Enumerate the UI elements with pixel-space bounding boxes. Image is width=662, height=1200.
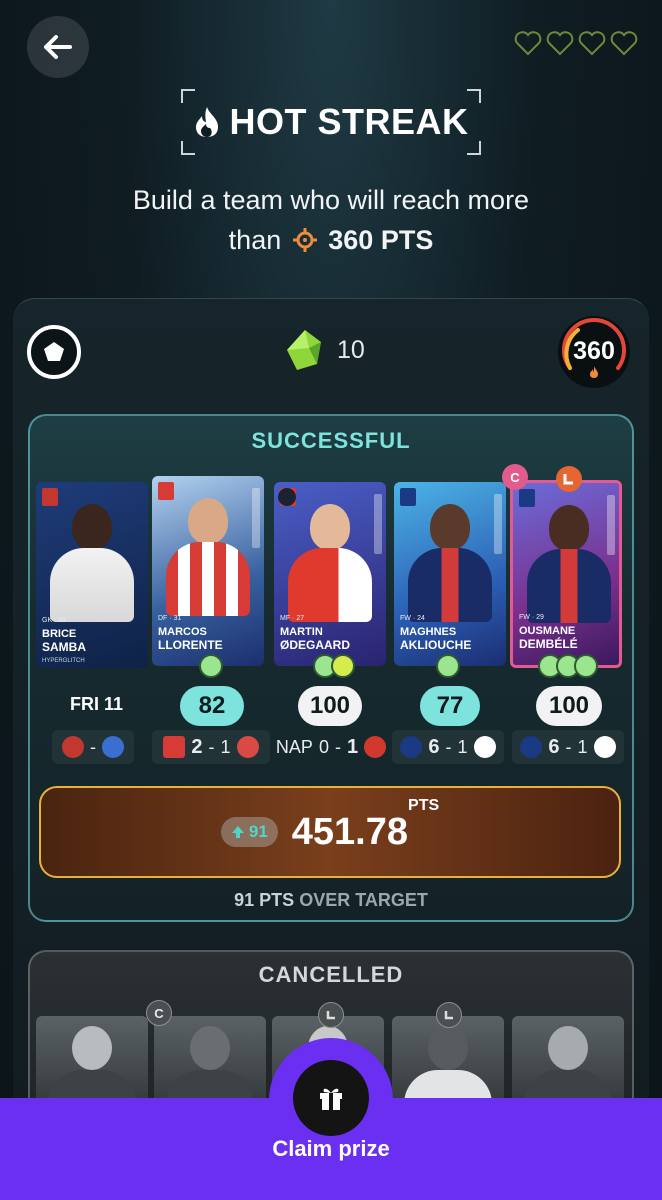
- player-score: 100: [536, 686, 602, 726]
- boost-pill: 91: [220, 817, 278, 847]
- club-logo-icon: [593, 736, 616, 758]
- gem-icon: [287, 330, 321, 370]
- fixture-date: FRI 11: [70, 694, 124, 714]
- lives-indicator: [514, 30, 638, 56]
- player-card[interactable]: FW · 29 OUSMANE DEMBÉLÉ: [510, 480, 622, 668]
- boost-value: 91: [248, 822, 268, 841]
- heart-outline-icon: [514, 31, 542, 56]
- club-logo-icon: [158, 482, 174, 500]
- club-logo-icon: [236, 736, 259, 758]
- subtitle-prefix: than: [228, 225, 282, 255]
- flame-icon: [195, 107, 218, 137]
- subtitle-line2: than 360 PTS: [0, 220, 662, 260]
- match-result: 2-1: [152, 730, 270, 764]
- player-position: GK · 32: [42, 617, 67, 624]
- player-name: MARTIN ØDEGAARD: [280, 626, 351, 652]
- club-logo-icon: [102, 736, 124, 758]
- shot-event-icon: [436, 654, 460, 678]
- total-unit: PTS: [408, 796, 440, 814]
- goal-event-icon: [199, 654, 223, 678]
- club-logo-icon: [473, 736, 496, 758]
- over-target-text: 91 PTS OVER TARGET: [234, 890, 428, 910]
- match-result: 6-1: [512, 730, 624, 764]
- target-points: 360 PTS: [328, 225, 434, 255]
- player-name: OUSMANE DEMBÉLÉ: [519, 625, 578, 651]
- heart-outline-icon: [578, 31, 606, 56]
- player-card[interactable]: GK · 32 BRICE SAMBA HYPERGLITCH: [36, 482, 148, 668]
- player-position: DF · 31: [158, 615, 182, 622]
- player-position: FW · 29: [519, 614, 544, 621]
- lineup-status-icon: [278, 488, 296, 506]
- progress-ring: [562, 318, 626, 370]
- club-logo-icon: [62, 736, 84, 758]
- gems-count: 10: [337, 335, 365, 364]
- captain-badge: C: [146, 1000, 172, 1026]
- club-logo-icon: [400, 736, 423, 758]
- assist-event-icon: [331, 654, 355, 678]
- match-result: -: [52, 730, 134, 764]
- player-card[interactable]: FW · 24 MAGHNES AKLIOUCHE: [394, 482, 506, 666]
- total-score: 451.78: [291, 810, 409, 853]
- match-result: NAP 0-1: [270, 730, 392, 764]
- gift-icon: [320, 1088, 342, 1110]
- heart-outline-icon: [546, 31, 574, 56]
- player-card[interactable]: MF · 27 MARTIN ØDEGAARD: [274, 482, 386, 666]
- subtitle-line1: Build a team who will reach more: [132, 185, 530, 215]
- lineup-status-icon: [556, 466, 582, 492]
- club-logo-icon: [42, 488, 58, 506]
- football-icon: [27, 325, 81, 379]
- player-score: 77: [420, 686, 480, 726]
- total-score-box: 91 451.78PTS: [39, 786, 621, 878]
- player-position: MF · 27: [280, 615, 305, 622]
- title-text: HOT STREAK: [229, 101, 469, 142]
- lineup-status-icon: [436, 1002, 462, 1028]
- player-score: 82: [180, 686, 244, 726]
- back-button[interactable]: [27, 16, 89, 78]
- claim-prize-label[interactable]: Claim prize: [0, 1136, 662, 1162]
- goal-event-icon: [574, 654, 598, 678]
- club-logo-icon: [520, 736, 543, 758]
- successful-label: SUCCESSFUL: [251, 428, 411, 453]
- player-tag: HYPERGLITCH: [42, 658, 85, 664]
- lineup-status-icon: [318, 1002, 344, 1028]
- match-result: 6-1: [392, 730, 504, 764]
- player-name: MAGHNES AKLIOUCHE: [400, 626, 472, 652]
- player-score: 100: [298, 686, 362, 726]
- arrow-left-icon: [44, 35, 72, 59]
- player-name: MARCOS LLORENTE: [158, 626, 223, 652]
- captain-badge: C: [502, 464, 528, 490]
- club-logo-icon: [400, 488, 416, 506]
- cancelled-label: CANCELLED: [258, 962, 404, 987]
- club-logo-icon: [364, 736, 387, 758]
- player-name: BRICE SAMBA: [42, 628, 86, 654]
- player-position: FW · 24: [400, 615, 425, 622]
- heart-outline-icon: [610, 31, 638, 56]
- gems-counter: 10: [283, 328, 365, 372]
- club-logo-icon: [519, 489, 535, 507]
- player-card[interactable]: DF · 31 MARCOS LLORENTE: [152, 476, 264, 666]
- arrow-up-icon: [231, 826, 244, 838]
- target-icon: [292, 228, 317, 252]
- challenge-description: Build a team who will reach more than 36…: [0, 180, 662, 260]
- goal-badge: 360: [558, 316, 630, 388]
- club-logo-icon: [163, 736, 186, 758]
- page-title: HOT STREAK: [181, 89, 481, 155]
- claim-prize-button[interactable]: [293, 1060, 369, 1136]
